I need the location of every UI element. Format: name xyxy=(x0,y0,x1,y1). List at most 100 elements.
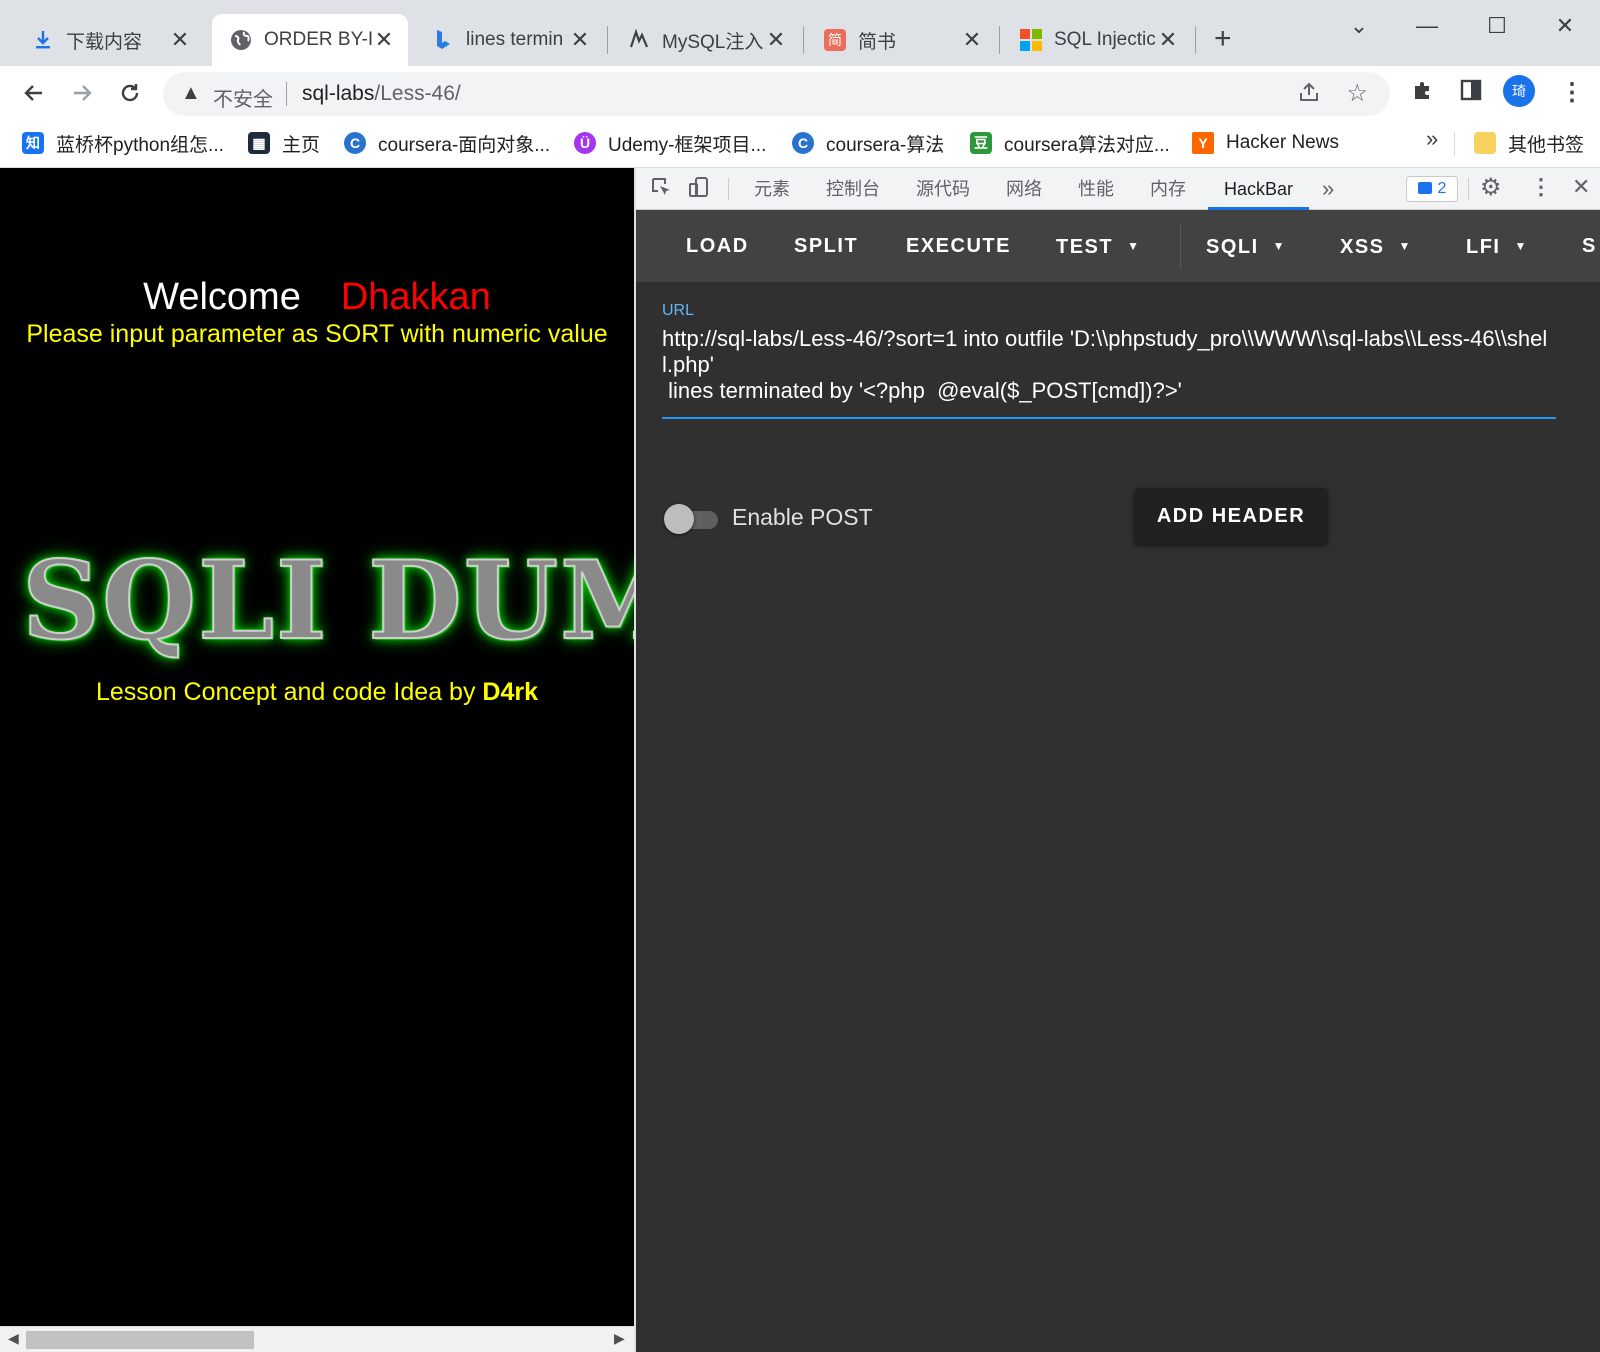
tab-close-icon[interactable]: ✕ xyxy=(1156,27,1180,53)
tab-close-icon[interactable]: ✕ xyxy=(764,27,788,53)
arrow-left-icon xyxy=(24,85,42,101)
bookmark-label: 其他书签 xyxy=(1508,134,1585,156)
security-status[interactable]: 不安全 xyxy=(213,83,273,112)
tab-separator xyxy=(999,26,1000,54)
message-icon xyxy=(1417,182,1432,194)
scroll-left-icon[interactable]: ◀ xyxy=(8,1330,19,1347)
bookmark-item[interactable]: ▦ 主页 xyxy=(248,128,320,158)
tab-order-by[interactable]: ORDER BY-I ✕ xyxy=(212,14,408,66)
back-button[interactable] xyxy=(16,75,52,111)
credit-author: D4rk xyxy=(482,678,538,706)
bookmark-label: Udemy-框架项目... xyxy=(608,134,767,156)
devtools-tab-network[interactable]: 网络 xyxy=(1006,168,1042,210)
menu-divider xyxy=(1180,224,1181,268)
test-menu[interactable]: TEST ▼ xyxy=(1056,210,1141,282)
enable-post-toggle[interactable] xyxy=(664,504,718,534)
devtools-tab-elements[interactable]: 元素 xyxy=(754,168,790,210)
minimize-button[interactable]: — xyxy=(1404,8,1450,44)
bookmarks-overflow-button[interactable]: » xyxy=(1426,126,1438,152)
tab-strip: 下载内容 ✕ ORDER BY-I ✕ lines termin ✕ MySQL… xyxy=(0,0,1600,66)
close-devtools-icon[interactable]: ✕ xyxy=(1572,174,1590,200)
profile-avatar[interactable]: 琦 xyxy=(1503,75,1535,107)
bookmark-item[interactable]: C coursera-面向对象... xyxy=(344,128,550,158)
scrollbar-thumb[interactable] xyxy=(26,1331,254,1349)
lfi-menu[interactable]: LFI ▼ xyxy=(1466,210,1528,282)
tab-close-icon[interactable]: ✕ xyxy=(960,27,984,53)
devtools-tab-hackbar[interactable]: HackBar xyxy=(1208,168,1310,210)
url-underline xyxy=(662,417,1556,419)
page-content: Welcome Dhakkan Please input parameter as… xyxy=(0,168,634,1352)
tab-jianshu[interactable]: 简 简书 ✕ xyxy=(806,14,996,66)
settings-gear-icon[interactable]: ⚙ xyxy=(1480,173,1502,202)
new-tab-button[interactable]: + xyxy=(1214,22,1232,56)
bookmark-item[interactable]: C coursera-算法 xyxy=(792,128,944,158)
add-header-button[interactable]: ADD HEADER xyxy=(1134,488,1328,544)
sqli-dumb-logo: SQLI DUM xyxy=(21,537,634,665)
forward-button[interactable] xyxy=(64,75,100,111)
reload-icon xyxy=(121,84,139,102)
devtools-tab-performance[interactable]: 性能 xyxy=(1078,168,1114,210)
devtools-menu-icon[interactable]: ⋮ xyxy=(1530,174,1552,200)
tab-downloads[interactable]: 下载内容 ✕ xyxy=(14,14,204,66)
devtools-tab-memory[interactable]: 内存 xyxy=(1150,168,1186,210)
tab-lines-terminated[interactable]: lines termin ✕ xyxy=(414,14,604,66)
browser-menu-icon[interactable]: ⋮ xyxy=(1560,78,1584,107)
device-toolbar-icon[interactable] xyxy=(688,176,710,204)
close-window-button[interactable]: ✕ xyxy=(1542,8,1588,44)
tab-close-icon[interactable]: ✕ xyxy=(568,27,592,53)
split-button[interactable]: SPLIT xyxy=(794,210,858,282)
bookmark-item[interactable]: Y Hacker News xyxy=(1192,128,1339,158)
microsoft-icon xyxy=(1020,29,1042,51)
welcome-text: Welcome xyxy=(143,276,301,318)
more-menu[interactable]: S xyxy=(1582,210,1597,282)
devtools-tab-sources[interactable]: 源代码 xyxy=(916,168,970,210)
devtools-more-tabs[interactable]: » xyxy=(1322,168,1334,210)
tab-close-icon[interactable]: ✕ xyxy=(168,27,192,53)
horizontal-scrollbar[interactable]: ◀ ▶ xyxy=(0,1326,634,1352)
coursera-icon: C xyxy=(792,132,814,154)
hackbar-menubar: LOAD SPLIT EXECUTE TEST ▼ SQLI ▼ XSS ▼ LFI ▼… xyxy=(636,210,1600,282)
bookmark-item[interactable]: Ü Udemy-框架项目... xyxy=(574,128,766,158)
bookmark-item[interactable]: 知 蓝桥杯python组怎... xyxy=(22,128,224,158)
tab-title: MySQL注入 xyxy=(662,31,764,53)
other-bookmarks[interactable]: 其他书签 xyxy=(1474,128,1584,158)
browser-toolbar: ▲ 不安全 sql-labs/Less-46/ ☆ 琦 ⋮ xyxy=(0,66,1600,120)
issues-badge[interactable]: 2 xyxy=(1406,176,1458,202)
url-path: /Less-46/ xyxy=(374,82,461,105)
scroll-right-icon[interactable]: ▶ xyxy=(614,1330,625,1347)
execute-button[interactable]: EXECUTE xyxy=(906,210,1011,282)
extensions-puzzle-icon[interactable] xyxy=(1411,78,1435,108)
enable-post-label: Enable POST xyxy=(732,504,873,530)
reload-button[interactable] xyxy=(112,75,148,111)
share-icon[interactable] xyxy=(1298,81,1320,109)
tab-search-dropdown-icon[interactable]: ⌄ xyxy=(1336,8,1382,44)
bookmark-star-icon[interactable]: ☆ xyxy=(1346,79,1368,108)
tab-close-icon[interactable]: ✕ xyxy=(372,27,396,53)
tab-sql-injection[interactable]: SQL Injectic ✕ xyxy=(1002,14,1192,66)
arrow-right-icon xyxy=(74,85,92,101)
url-textarea[interactable]: http://sql-labs/Less-46/?sort=1 into out… xyxy=(662,326,1556,404)
caret-down-icon: ▼ xyxy=(1398,239,1412,253)
zhihu-icon: 知 xyxy=(22,132,44,154)
test-menu-label: TEST xyxy=(1056,236,1114,258)
inspect-element-icon[interactable] xyxy=(650,176,672,204)
bookmark-label: coursera-算法 xyxy=(826,134,945,156)
xss-menu[interactable]: XSS ▼ xyxy=(1340,210,1412,282)
folder-icon xyxy=(1474,132,1496,154)
bookmark-item[interactable]: 豆 coursera算法对应... xyxy=(970,128,1170,158)
side-panel-icon[interactable] xyxy=(1459,78,1483,108)
url-text[interactable]: sql-labs/Less-46/ xyxy=(302,82,461,106)
hacker-news-icon: Y xyxy=(1192,132,1214,154)
instruction-text: Please input parameter as SORT with nume… xyxy=(26,320,608,348)
url-host: sql-labs xyxy=(302,82,375,105)
devtools-tab-console[interactable]: 控制台 xyxy=(826,168,880,210)
bing-icon xyxy=(432,29,454,51)
tab-mysql[interactable]: MySQL注入 ✕ xyxy=(610,14,800,66)
coursera-icon: C xyxy=(344,132,366,154)
maximize-button[interactable]: ☐ xyxy=(1474,8,1520,44)
welcome-heading: Welcome Dhakkan xyxy=(0,276,634,319)
address-bar[interactable]: ▲ 不安全 sql-labs/Less-46/ ☆ xyxy=(163,72,1390,116)
sqli-menu[interactable]: SQLI ▼ xyxy=(1206,210,1286,282)
xss-menu-label: XSS xyxy=(1340,236,1385,258)
load-button[interactable]: LOAD xyxy=(686,210,749,282)
